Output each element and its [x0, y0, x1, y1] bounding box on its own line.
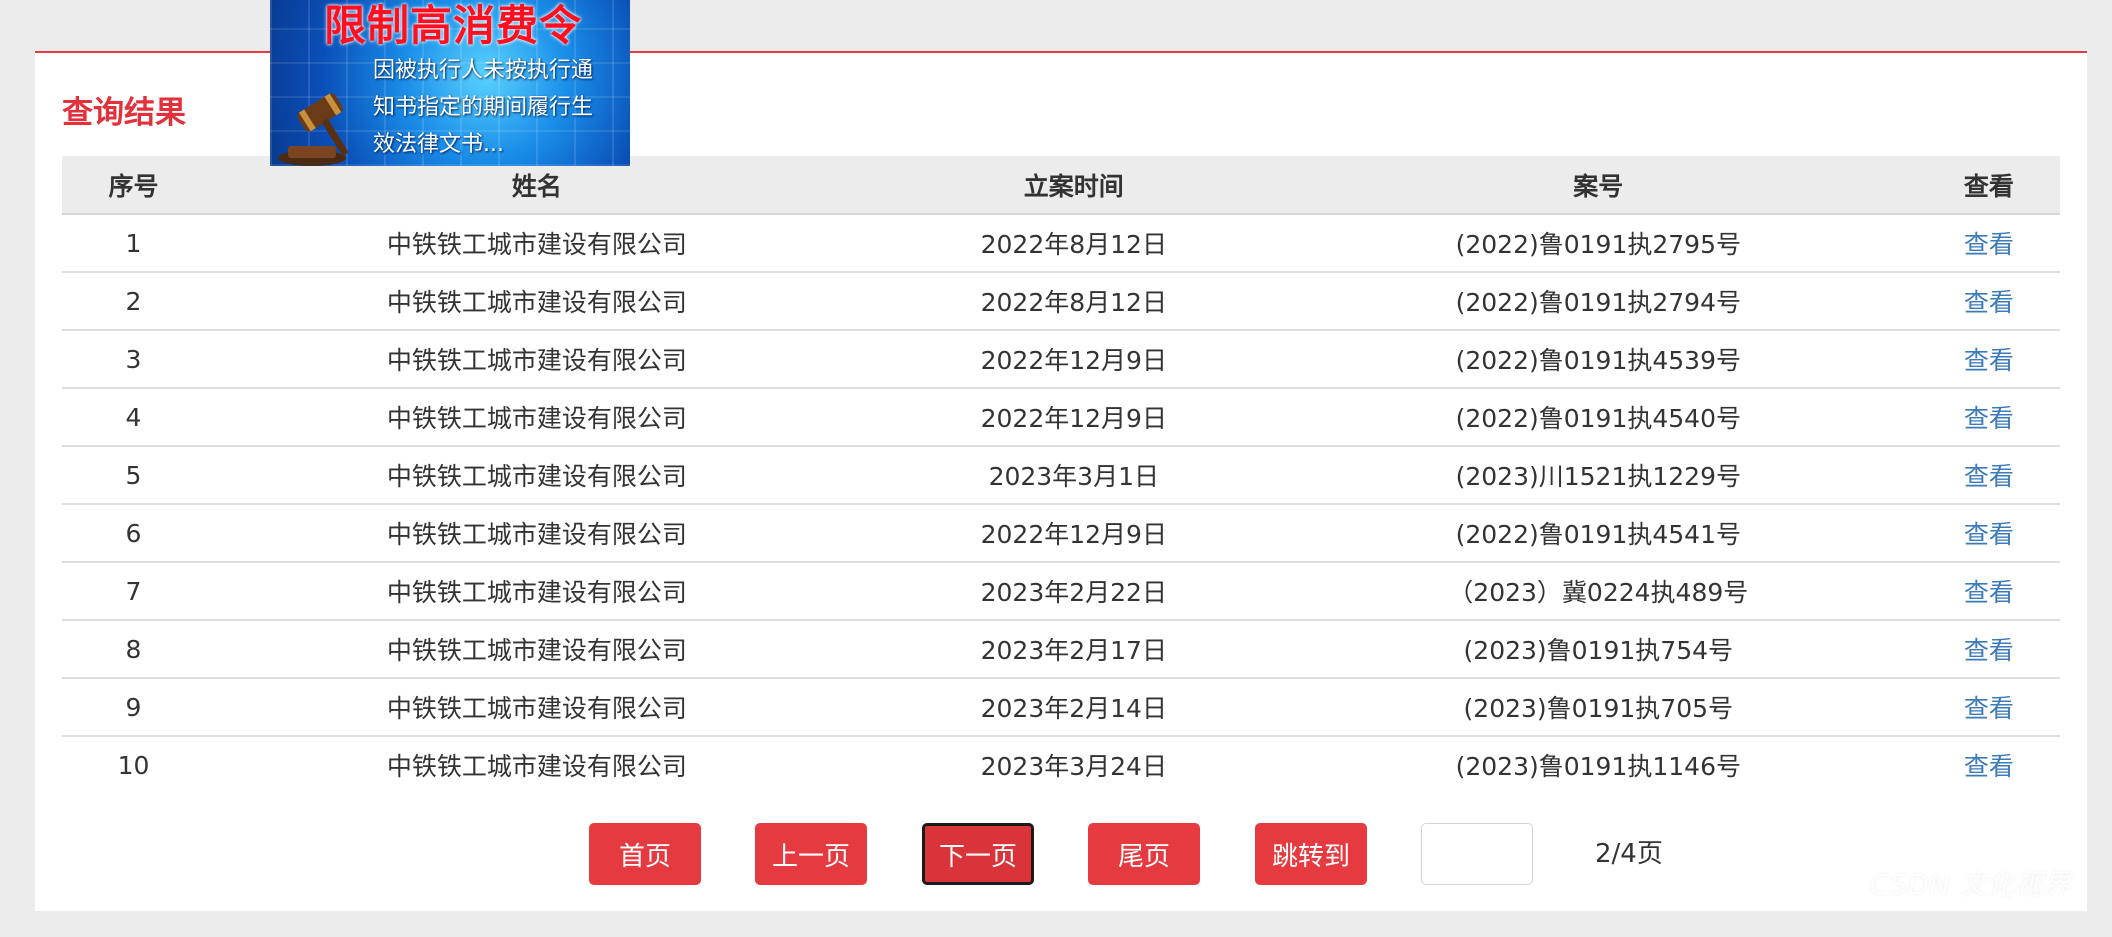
row-name: 中铁铁工城市建设有限公司 [205, 330, 869, 389]
watermark: CSDN 文化视界 [1869, 868, 2071, 901]
row-date: 2023年3月24日 [980, 752, 1167, 781]
view-link[interactable]: 查看 [1964, 694, 2014, 723]
table-row: 8 中铁铁工城市建设有限公司 2023年2月17日 (2023)鲁0191执75… [62, 620, 2060, 679]
row-view-cell: 查看 [1917, 620, 2060, 679]
row-index: 1 [62, 214, 206, 273]
row-index: 10 [117, 750, 150, 780]
row-index: 2 [62, 272, 206, 331]
row-name: 中铁铁工城市建设有限公司 [205, 504, 869, 563]
header-filing-date: 立案时间 [868, 156, 1279, 215]
row-index: 6 [62, 504, 206, 563]
view-link[interactable]: 查看 [1964, 462, 2014, 491]
row-index: 3 [62, 330, 206, 389]
row-index: 9 [62, 678, 206, 737]
pagination-bar: 首页 上一页 下一页 尾页 跳转到 2/4页 [35, 823, 2087, 885]
row-date: 2022年12月9日 [868, 330, 1279, 389]
row-name: 中铁铁工城市建设有限公司 [205, 214, 869, 273]
row-case-number: (2022)鲁0191执2794号 [1278, 272, 1918, 331]
view-link[interactable]: 查看 [1964, 230, 2014, 259]
row-name: 中铁铁工城市建设有限公司 [386, 752, 687, 781]
header-case-number: 案号 [1278, 156, 1918, 215]
row-view-cell: 查看 [1917, 330, 2060, 389]
row-case-number: (2022)鲁0191执4540号 [1278, 388, 1918, 447]
row-index: 4 [62, 388, 206, 447]
view-link[interactable]: 查看 [1964, 520, 2014, 549]
row-view-cell: 查看 [1917, 388, 2060, 447]
row-view-cell: 查看 [1917, 446, 2060, 505]
row-view-cell: 查看 [1917, 678, 2060, 737]
row-case-number: (2022)鲁0191执4539号 [1278, 330, 1918, 389]
table-row: 6 中铁铁工城市建设有限公司 2022年12月9日 (2022)鲁0191执45… [62, 504, 2060, 563]
next-page-button[interactable]: 下一页 [922, 823, 1034, 885]
table-row: 7 中铁铁工城市建设有限公司 2023年2月22日 （2023）冀0224执48… [62, 562, 2060, 621]
restriction-order-banner[interactable]: 限制高消费令 因被执行人未按执行通知书指定的期间履行生效法律文书... [270, 0, 630, 166]
row-date: 2022年12月9日 [868, 388, 1279, 447]
row-name: 中铁铁工城市建设有限公司 [205, 272, 869, 331]
banner-title: 限制高消费令 [324, 1, 583, 50]
jump-to-button[interactable]: 跳转到 [1255, 823, 1367, 885]
row-name: 中铁铁工城市建设有限公司 [205, 620, 869, 679]
row-case-number: (2023)鲁0191执754号 [1278, 620, 1918, 679]
row-name: 中铁铁工城市建设有限公司 [205, 446, 869, 505]
row-view-cell: 查看 [1917, 272, 2060, 331]
table-row: 1 中铁铁工城市建设有限公司 2022年8月12日 (2022)鲁0191执27… [62, 214, 2060, 273]
results-table: 序号 姓名 立案时间 案号 查看 1 中铁铁工城市建设有限公司 2022年8月1… [62, 156, 2060, 793]
last-page-button[interactable]: 尾页 [1088, 823, 1200, 885]
prev-page-button[interactable]: 上一页 [755, 823, 867, 885]
row-date: 2022年12月9日 [868, 504, 1279, 563]
row-view-cell: 查看 [1917, 562, 2060, 621]
row-date: 2023年3月1日 [868, 446, 1279, 505]
header-view: 查看 [1917, 156, 2060, 215]
row-index: 5 [62, 446, 206, 505]
row-case-number: (2023)川1521执1229号 [1278, 446, 1918, 505]
table-row: 5 中铁铁工城市建设有限公司 2023年3月1日 (2023)川1521执122… [62, 446, 2060, 505]
row-view-cell: 查看 [1917, 214, 2060, 273]
table-row: 10 中铁铁工城市建设有限公司 2023年3月24日 (2023)鲁0191执1… [62, 736, 2060, 793]
row-view-cell: 查看 [1917, 504, 2060, 563]
gavel-icon [278, 93, 348, 166]
row-view-cell: 查看 [1918, 736, 2060, 793]
view-link[interactable]: 查看 [1964, 578, 2014, 607]
row-name: 中铁铁工城市建设有限公司 [205, 562, 869, 621]
row-case-number: (2022)鲁0191执4541号 [1278, 504, 1918, 563]
row-date: 2023年2月14日 [868, 678, 1279, 737]
view-link[interactable]: 查看 [1964, 346, 2014, 375]
page-number-input[interactable] [1421, 823, 1533, 885]
first-page-button[interactable]: 首页 [589, 823, 701, 885]
row-case-number: （2023）冀0224执489号 [1278, 562, 1918, 621]
row-date: 2023年2月22日 [868, 562, 1279, 621]
section-title: 查询结果 [62, 95, 186, 131]
results-panel: 查询结果 序号 姓名 立案时间 案号 查看 1 中铁铁工城市建设有限公司 202… [35, 51, 2087, 911]
table-row: 4 中铁铁工城市建设有限公司 2022年12月9日 (2022)鲁0191执45… [62, 388, 2060, 447]
row-case-number: (2023)鲁0191执1146号 [1455, 752, 1741, 781]
banner-text: 因被执行人未按执行通知书指定的期间履行生效法律文书... [373, 58, 594, 157]
view-link[interactable]: 查看 [1964, 752, 2014, 781]
row-date: 2022年8月12日 [868, 272, 1279, 331]
view-link[interactable]: 查看 [1964, 288, 2014, 317]
page-count: 2/4页 [1595, 839, 1663, 869]
row-name: 中铁铁工城市建设有限公司 [205, 388, 869, 447]
table-row: 9 中铁铁工城市建设有限公司 2023年2月14日 (2023)鲁0191执70… [62, 678, 2060, 737]
row-date: 2023年2月17日 [868, 620, 1279, 679]
row-index: 8 [62, 620, 206, 679]
view-link[interactable]: 查看 [1964, 404, 2014, 433]
row-case-number: (2023)鲁0191执705号 [1278, 678, 1918, 737]
row-index: 7 [62, 562, 206, 621]
table-row: 2 中铁铁工城市建设有限公司 2022年8月12日 (2022)鲁0191执27… [62, 272, 2060, 331]
row-case-number: (2022)鲁0191执2795号 [1278, 214, 1918, 273]
header-index: 序号 [62, 156, 206, 215]
view-link[interactable]: 查看 [1964, 636, 2014, 665]
row-name: 中铁铁工城市建设有限公司 [205, 678, 869, 737]
table-row: 3 中铁铁工城市建设有限公司 2022年12月9日 (2022)鲁0191执45… [62, 330, 2060, 389]
row-date: 2022年8月12日 [868, 214, 1279, 273]
